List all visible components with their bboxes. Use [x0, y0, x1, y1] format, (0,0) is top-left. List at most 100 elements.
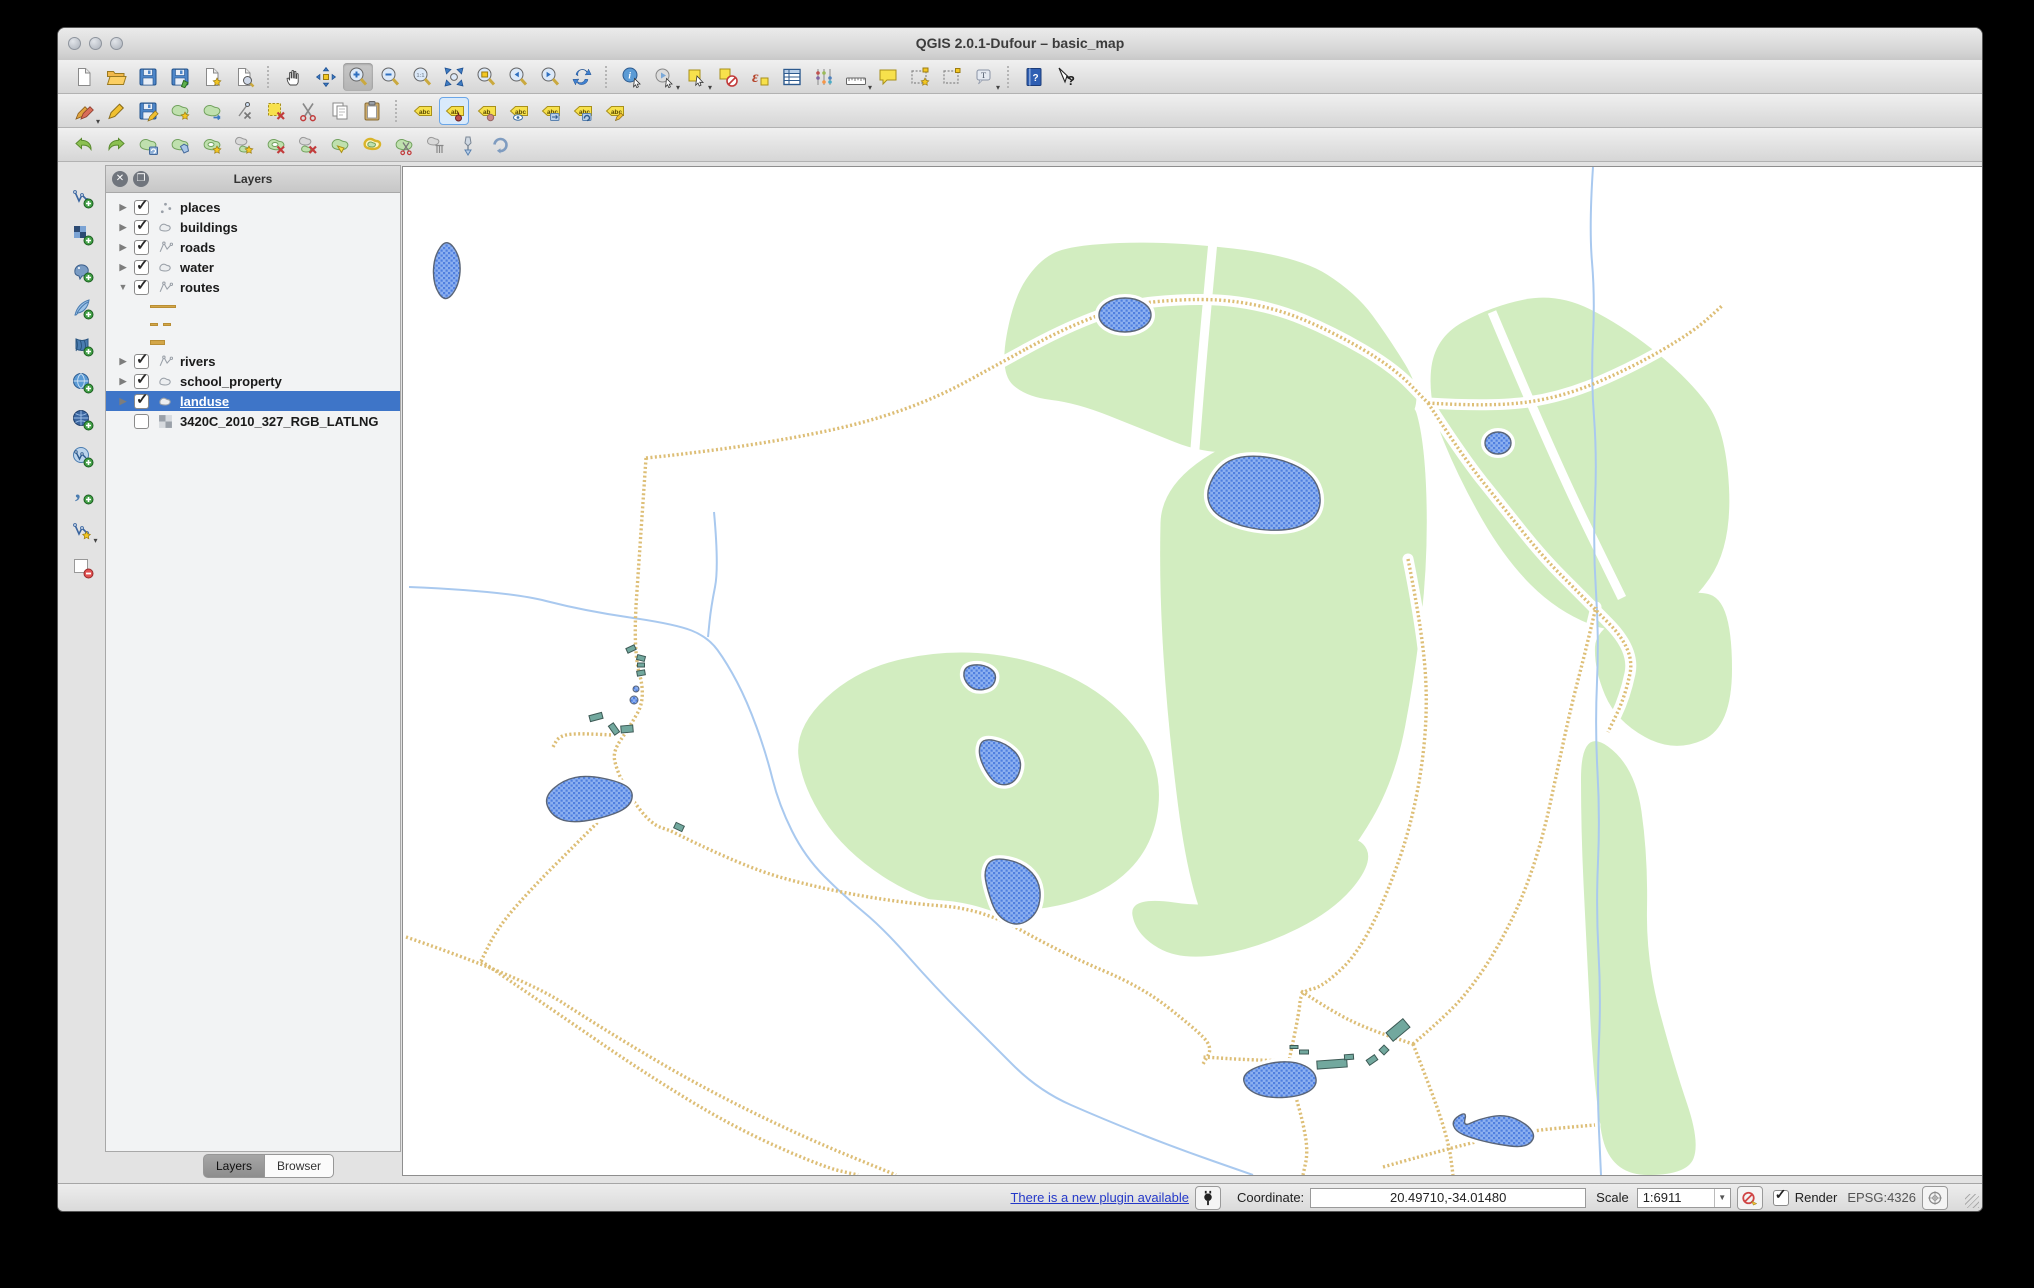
zoom-in-button[interactable]	[343, 62, 373, 91]
zoom-full-button[interactable]	[439, 63, 469, 91]
current-edits-button[interactable]: ▾	[69, 97, 100, 125]
render-checkbox[interactable]: ✓	[1772, 1186, 1789, 1206]
show-statistics-button[interactable]	[809, 63, 839, 91]
help-contents-button[interactable]: ?	[1019, 63, 1049, 91]
crs-globe-icon[interactable]	[1922, 1185, 1948, 1210]
layer-visibility-checkbox[interactable]: ✓	[134, 257, 149, 275]
open-project-button[interactable]	[101, 63, 131, 91]
panel-tab-layers[interactable]: Layers	[203, 1154, 266, 1178]
move-feature-button[interactable]	[197, 97, 227, 125]
save-project-as-button[interactable]	[165, 63, 195, 91]
panel-float-icon[interactable]: ❐	[133, 171, 149, 187]
select-features-button[interactable]: ▾	[681, 63, 712, 91]
layer-item-landuse[interactable]: ▶ ✓ landuse	[106, 391, 400, 411]
reshape-features-button[interactable]	[485, 131, 515, 159]
toggle-editing-button[interactable]	[101, 97, 131, 125]
expand-arrow-icon[interactable]: ▶	[116, 222, 130, 233]
layer-item-places[interactable]: ▶ ✓ places	[106, 197, 400, 217]
remove-layer-button[interactable]	[67, 553, 97, 581]
highlight-pinned-labels-button[interactable]: ab	[471, 97, 501, 125]
open-attribute-table-button[interactable]	[777, 63, 807, 91]
zoom-out-button[interactable]	[375, 63, 405, 91]
zoom-to-selection-button[interactable]	[471, 63, 501, 91]
map-canvas[interactable]	[402, 166, 1982, 1176]
paste-features-button[interactable]	[357, 97, 387, 125]
panel-close-icon[interactable]: ✕	[112, 171, 128, 187]
zoom-next-button[interactable]	[535, 63, 565, 91]
pan-map-button[interactable]	[279, 63, 309, 91]
add-delimited-text-layer-button[interactable]: ,	[67, 479, 97, 507]
node-tool-button[interactable]	[229, 97, 259, 125]
fill-ring-button[interactable]	[325, 131, 355, 159]
layer-visibility-checkbox[interactable]: ✓	[134, 237, 149, 255]
run-feature-action-button[interactable]: ▾	[649, 63, 680, 91]
delete-ring-button[interactable]	[261, 131, 291, 159]
add-wms-layer-button[interactable]	[67, 368, 97, 396]
show-bookmarks-button[interactable]	[937, 63, 967, 91]
identify-features-button[interactable]: i	[617, 63, 647, 91]
zoom-last-button[interactable]	[503, 63, 533, 91]
add-part-button[interactable]	[229, 131, 259, 159]
layer-item-roads[interactable]: ▶ ✓ roads	[106, 237, 400, 257]
expand-arrow-icon[interactable]: ▶	[116, 262, 130, 273]
save-project-button[interactable]	[133, 63, 163, 91]
show-hide-labels-button[interactable]: abc	[503, 97, 533, 125]
delete-selected-button[interactable]	[261, 97, 291, 125]
measure-button[interactable]: ▾	[841, 63, 872, 91]
layer-visibility-checkbox[interactable]: ✓	[134, 217, 149, 235]
add-wfs-layer-button[interactable]	[67, 442, 97, 470]
layer-visibility-checkbox[interactable]: ✓	[134, 351, 149, 369]
scale-combobox[interactable]: 1:6911 ▼	[1636, 1187, 1731, 1208]
layer-item-routes[interactable]: ▼ ✓ routes	[106, 277, 400, 297]
zoom-native-button[interactable]: 1:1	[407, 63, 437, 91]
layer-visibility-checkbox[interactable]: ✓	[134, 197, 149, 215]
new-shapefile-layer-button[interactable]: ▾	[67, 516, 98, 545]
cut-features-button[interactable]	[293, 97, 323, 125]
expand-arrow-icon[interactable]: ▶	[116, 202, 130, 213]
delete-part-button[interactable]	[293, 131, 323, 159]
resize-grip[interactable]	[1965, 1194, 1979, 1208]
stop-render-icon[interactable]	[1736, 1185, 1763, 1210]
layer-item-3420C_2010_327_RGB_LATLNG[interactable]: 3420C_2010_327_RGB_LATLNG	[106, 411, 400, 431]
expand-arrow-icon[interactable]: ▶	[116, 242, 130, 253]
composer-manager-button[interactable]	[229, 63, 259, 91]
layer-visibility-checkbox[interactable]: ✓	[134, 277, 149, 295]
layer-item-buildings[interactable]: ▶ ✓ buildings	[106, 217, 400, 237]
pin-labels-button[interactable]: ab	[439, 96, 469, 125]
expand-arrow-icon[interactable]: ▶	[116, 396, 130, 407]
pan-to-selection-button[interactable]	[311, 63, 341, 91]
add-postgis-layer-button[interactable]	[67, 257, 97, 285]
save-layer-edits-button[interactable]	[133, 97, 163, 125]
new-print-composer-button[interactable]	[197, 63, 227, 91]
merge-features-button[interactable]	[453, 131, 483, 159]
move-label-button[interactable]: abc	[535, 97, 565, 125]
offset-curve-button[interactable]	[357, 131, 387, 159]
undo-button[interactable]	[69, 131, 99, 159]
text-annotation-button[interactable]: T ▾	[969, 63, 1000, 91]
layer-visibility-checkbox[interactable]: ✓	[134, 371, 149, 389]
simplify-feature-button[interactable]	[165, 131, 195, 159]
new-project-button[interactable]	[69, 63, 99, 91]
plugin-icon[interactable]	[1194, 1185, 1221, 1210]
title-bar[interactable]: QGIS 2.0.1-Dufour – basic_map	[58, 28, 1982, 61]
add-wcs-layer-button[interactable]	[67, 405, 97, 433]
coordinate-input[interactable]: 20.49710,-34.01480	[1310, 1187, 1587, 1208]
new-bookmark-button[interactable]	[905, 63, 935, 91]
labeling-options-button[interactable]: abc	[407, 97, 437, 125]
redo-button[interactable]	[101, 131, 131, 159]
layer-visibility-checkbox[interactable]	[134, 413, 149, 429]
expand-arrow-icon[interactable]: ▶	[116, 376, 130, 387]
select-by-expression-button[interactable]: ε	[745, 63, 775, 91]
split-parts-button[interactable]	[421, 131, 451, 159]
rotate-label-button[interactable]: abc	[567, 97, 597, 125]
copy-features-button[interactable]	[325, 97, 355, 125]
add-feature-button[interactable]	[165, 97, 195, 125]
map-tips-button[interactable]	[873, 63, 903, 91]
split-features-button[interactable]	[389, 131, 419, 159]
layer-item-water[interactable]: ▶ ✓ water	[106, 257, 400, 277]
layers-panel-header[interactable]: ✕ ❐ Layers	[106, 166, 400, 193]
rotate-feature-button[interactable]	[133, 131, 163, 159]
add-spatialite-layer-button[interactable]	[67, 294, 97, 322]
change-label-properties-button[interactable]: abc	[599, 97, 629, 125]
collapse-arrow-icon[interactable]: ▼	[116, 282, 130, 292]
